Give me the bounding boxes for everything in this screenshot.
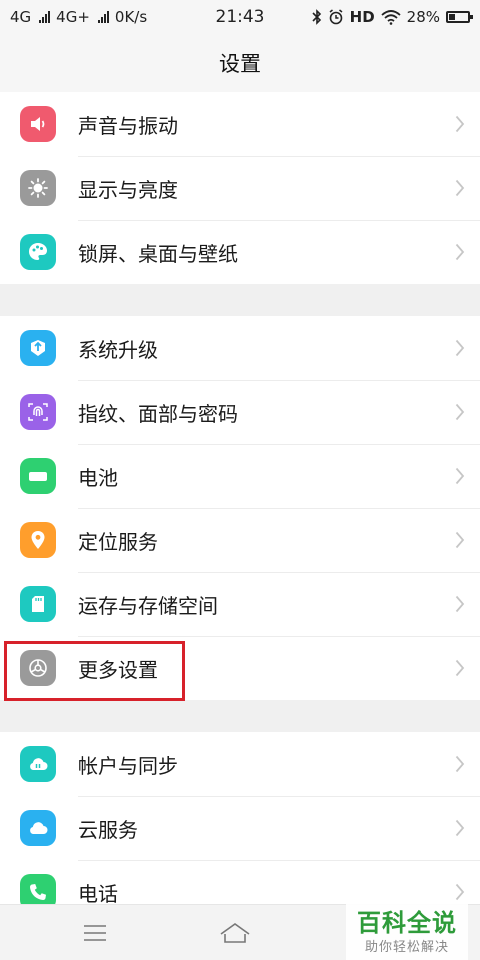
home-icon xyxy=(220,922,250,943)
hd-label: HD xyxy=(349,8,375,26)
cloud-icon xyxy=(20,810,56,846)
battery-status-icon xyxy=(446,11,473,23)
watermark-logo: 百科全说 助你轻松解决 xyxy=(346,904,468,960)
settings-item-cloud-service[interactable]: 云服务 xyxy=(0,796,480,860)
settings-item-label: 显示与亮度 xyxy=(78,177,178,202)
network-1-label: 4G xyxy=(10,8,32,26)
gear-icon xyxy=(20,650,56,686)
status-bar: 4G 4G+ 0K/s 21:43 HD 28% xyxy=(0,0,480,34)
palette-icon xyxy=(20,234,56,270)
page-title: 设置 xyxy=(219,52,261,76)
brightness-icon xyxy=(20,170,56,206)
home-button[interactable] xyxy=(165,905,305,960)
settings-item-display-brightness[interactable]: 显示与亮度 xyxy=(0,156,480,220)
chevron-right-icon xyxy=(440,595,480,613)
system-update-icon xyxy=(20,330,56,366)
network-2-label: 4G+ xyxy=(56,8,90,26)
battery-percent: 28% xyxy=(406,8,440,26)
chevron-right-icon xyxy=(440,755,480,773)
settings-item-label: 电池 xyxy=(78,465,118,490)
chevron-right-icon xyxy=(440,819,480,837)
chevron-right-icon xyxy=(440,115,480,133)
bluetooth-icon xyxy=(312,9,321,25)
settings-group-3: 帐户与同步 云服务 电话 xyxy=(0,732,480,924)
settings-item-label: 锁屏、桌面与壁纸 xyxy=(78,241,238,266)
settings-item-label: 定位服务 xyxy=(78,529,158,554)
wifi-icon xyxy=(381,9,401,25)
settings-item-battery[interactable]: 电池 xyxy=(0,444,480,508)
settings-item-label: 系统升级 xyxy=(78,337,158,362)
cloud-sync-icon xyxy=(20,746,56,782)
settings-item-label: 帐户与同步 xyxy=(78,753,178,778)
settings-item-label: 更多设置 xyxy=(78,657,158,682)
chevron-right-icon xyxy=(440,243,480,261)
settings-group-2: 系统升级 指纹、面部与密码 电池 定位服务 运存与存储空间 更多设置 xyxy=(0,316,480,700)
signal-icon-2 xyxy=(97,11,109,23)
signal-icon xyxy=(39,11,51,23)
settings-item-label: 指纹、面部与密码 xyxy=(78,401,238,426)
settings-item-label: 电话 xyxy=(78,881,118,906)
section-divider xyxy=(0,284,480,316)
settings-item-lockscreen-wallpaper[interactable]: 锁屏、桌面与壁纸 xyxy=(0,220,480,284)
chevron-right-icon xyxy=(440,883,480,901)
settings-group-1: 声音与振动 显示与亮度 锁屏、桌面与壁纸 xyxy=(0,92,480,284)
chevron-right-icon xyxy=(440,531,480,549)
chevron-right-icon xyxy=(440,339,480,357)
settings-item-label: 声音与振动 xyxy=(78,113,178,138)
section-divider xyxy=(0,700,480,732)
settings-item-system-update[interactable]: 系统升级 xyxy=(0,316,480,380)
menu-icon xyxy=(84,924,106,941)
status-right: HD 28% xyxy=(312,8,473,26)
chevron-right-icon xyxy=(440,179,480,197)
fingerprint-icon xyxy=(20,394,56,430)
menu-button[interactable] xyxy=(25,905,165,960)
settings-item-sound-vibration[interactable]: 声音与振动 xyxy=(0,92,480,156)
settings-item-memory-storage[interactable]: 运存与存储空间 xyxy=(0,572,480,636)
alarm-clock-icon xyxy=(329,9,343,25)
settings-item-fingerprint-face-password[interactable]: 指纹、面部与密码 xyxy=(0,380,480,444)
settings-item-account-sync[interactable]: 帐户与同步 xyxy=(0,732,480,796)
chevron-right-icon xyxy=(440,659,480,677)
status-left: 4G 4G+ 0K/s xyxy=(10,8,147,26)
speaker-icon xyxy=(20,106,56,142)
settings-item-label: 云服务 xyxy=(78,817,138,842)
location-pin-icon xyxy=(20,522,56,558)
watermark-title: 百科全说 xyxy=(357,908,457,937)
watermark-subtitle: 助你轻松解决 xyxy=(364,939,449,955)
chevron-right-icon xyxy=(440,403,480,421)
battery-icon xyxy=(20,458,56,494)
network-speed: 0K/s xyxy=(114,8,148,26)
settings-item-more-settings[interactable]: 更多设置 xyxy=(0,636,480,700)
settings-item-label: 运存与存储空间 xyxy=(78,593,218,618)
settings-item-location[interactable]: 定位服务 xyxy=(0,508,480,572)
chevron-right-icon xyxy=(440,467,480,485)
sd-card-icon xyxy=(20,586,56,622)
